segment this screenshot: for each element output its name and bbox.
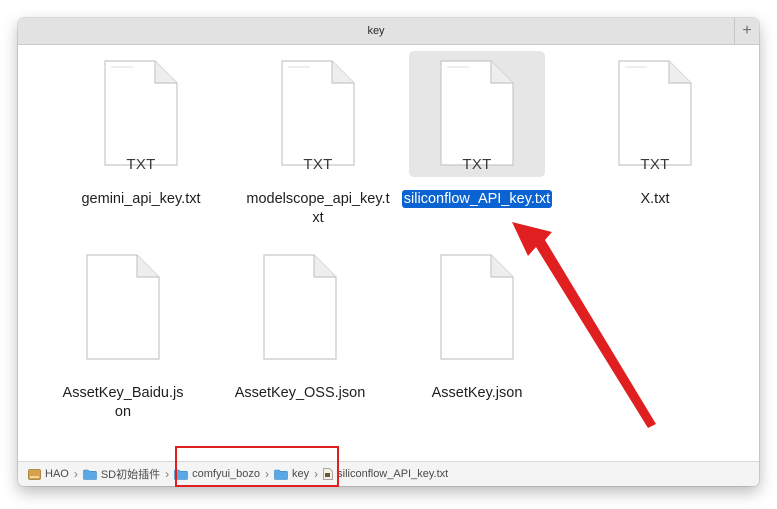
- annotation-arrow-icon: [512, 222, 656, 428]
